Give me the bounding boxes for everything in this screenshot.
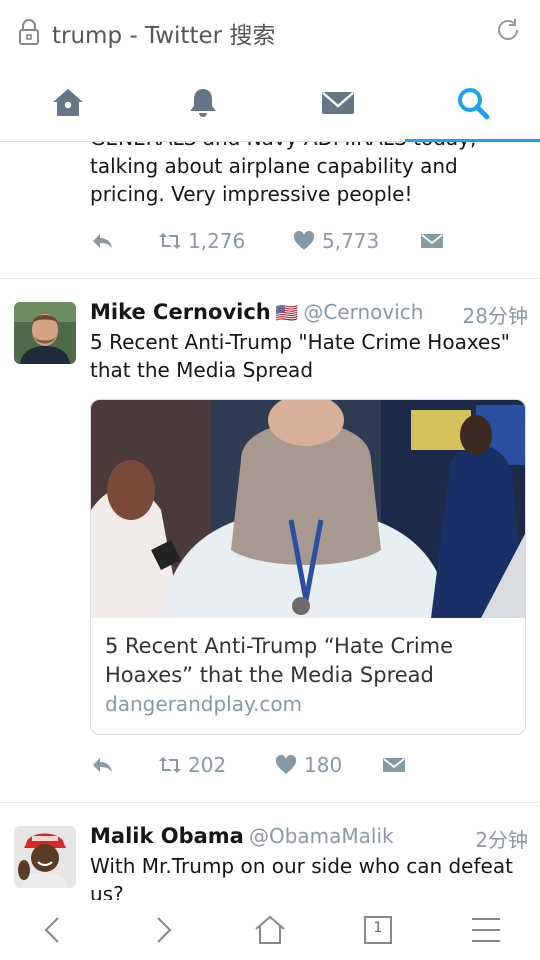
avatar[interactable] [14, 302, 76, 364]
tab-search[interactable] [405, 64, 540, 142]
envelope-icon [321, 92, 354, 114]
avatar[interactable] [14, 826, 76, 888]
retweet-count: 1,276 [188, 229, 246, 253]
card-title: 5 Recent Anti-Trump “Hate Crime Hoaxes” … [105, 634, 454, 687]
like-count: 5,773 [322, 229, 380, 253]
tab-count: 1 [373, 920, 383, 936]
like-count: 180 [304, 753, 343, 777]
twitter-nav [0, 64, 540, 142]
home-icon[interactable] [252, 912, 288, 948]
dm-button[interactable] [382, 750, 406, 780]
back-icon[interactable] [36, 912, 72, 948]
avatar-photo [14, 302, 76, 364]
dm-button[interactable] [420, 226, 444, 256]
author-handle[interactable]: @ObamaMalik [249, 824, 394, 848]
tweet-divider [0, 278, 540, 279]
retweet-count: 202 [188, 753, 227, 777]
envelope-icon [421, 234, 443, 248]
tweet-actions: 1,276 5,773 [90, 226, 510, 256]
card-domain: dangerandplay.com [105, 692, 303, 716]
author-name[interactable]: Malik Obama [90, 824, 244, 848]
reload-icon[interactable] [494, 16, 522, 44]
like-button[interactable]: 5,773 [292, 226, 379, 256]
tweet-text-cut: GENERALS and Navy ADMIRALS today, [90, 142, 510, 152]
envelope-icon [383, 758, 405, 772]
retweet-button[interactable]: 202 [158, 750, 226, 780]
lock-icon [19, 19, 39, 45]
heart-icon [275, 754, 297, 774]
retweet-button[interactable]: 1,276 [158, 226, 245, 256]
tweet-actions: 202 180 [90, 750, 510, 780]
retweet-icon [159, 757, 181, 773]
heart-icon [293, 230, 315, 250]
tweet-text: 5 Recent Anti-Trump "Hate Crime Hoaxes" … [90, 330, 510, 382]
tweet-divider [0, 802, 540, 803]
link-card[interactable]: 5 Recent Anti-Trump “Hate Crime Hoaxes” … [90, 399, 526, 735]
home-icon [52, 89, 83, 116]
reply-icon [93, 234, 112, 248]
page-title: trump - Twitter 搜索 [52, 23, 276, 49]
tweet-text-body: talking about airplane capability and pr… [90, 154, 458, 206]
flag-emoji: 🇺🇸 [275, 303, 299, 324]
tweet-time: 28分钟 [462, 304, 528, 328]
tab-home[interactable] [0, 64, 135, 142]
forward-icon[interactable] [144, 912, 180, 948]
bell-icon [189, 89, 216, 117]
avatar-photo [14, 826, 76, 888]
tab-messages[interactable] [270, 64, 405, 142]
like-button[interactable]: 180 [274, 750, 342, 780]
reply-button[interactable] [90, 226, 114, 256]
reply-button[interactable] [90, 750, 114, 780]
card-image [91, 400, 525, 618]
tab-notifications[interactable] [135, 64, 270, 142]
browser-toolbar: 1 [0, 900, 540, 960]
menu-icon[interactable] [468, 912, 504, 948]
address-bar[interactable]: trump - Twitter 搜索 [0, 0, 540, 64]
tabs-button[interactable]: 1 [360, 912, 396, 948]
tweet-header: Mike Cernovich 🇺🇸 @Cernovich 28分钟 [90, 300, 528, 328]
search-icon [457, 88, 489, 120]
timeline[interactable]: GENERALS and Navy ADMIRALS today, talkin… [0, 142, 540, 900]
tweet-text: With Mr.Trump on our side who can defeat… [90, 854, 513, 900]
author-name[interactable]: Mike Cernovich [90, 300, 271, 324]
tweet-text: GENERALS and Navy ADMIRALS today, talkin… [90, 142, 510, 208]
reply-icon [93, 758, 112, 772]
tweet-header: Malik Obama @ObamaMalik 2分钟 [90, 824, 528, 852]
retweet-icon [159, 233, 181, 249]
author-handle[interactable]: @Cernovich [303, 300, 423, 324]
tweet-time: 2分钟 [475, 828, 528, 852]
